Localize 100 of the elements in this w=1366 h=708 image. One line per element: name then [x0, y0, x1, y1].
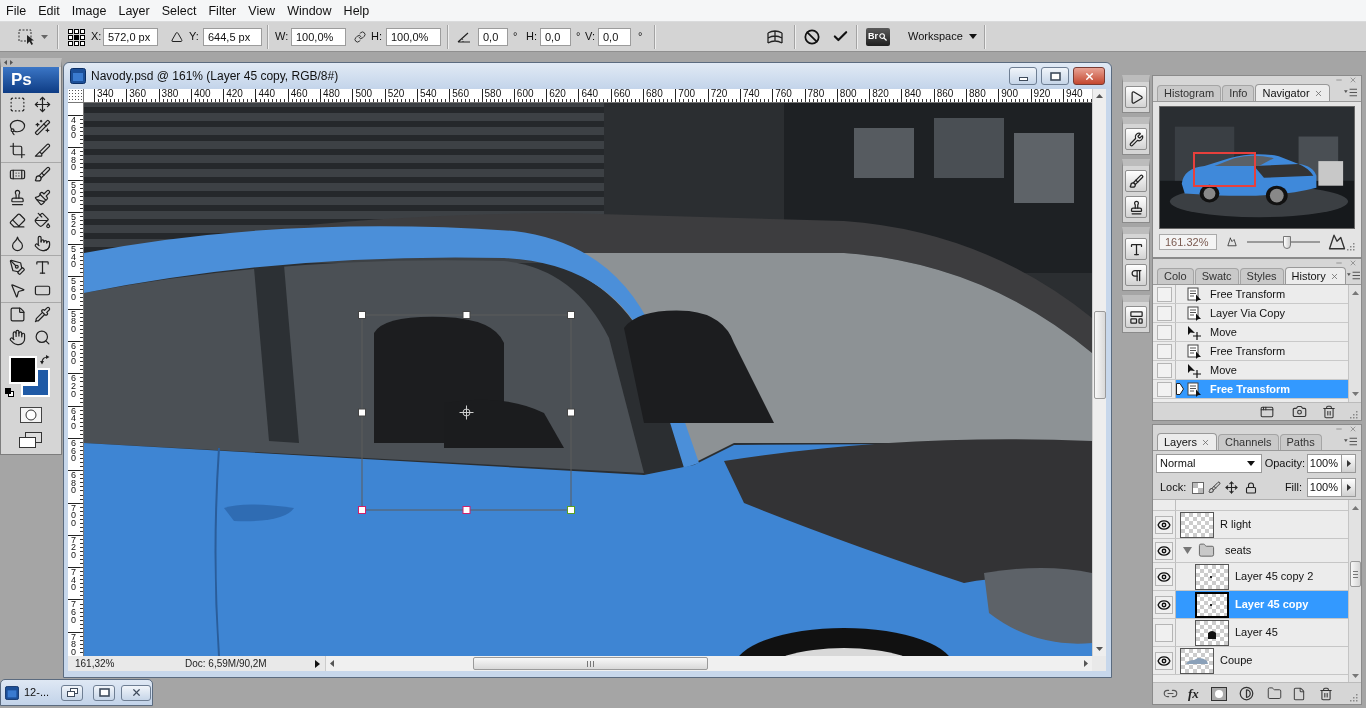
crop-icon[interactable] [8, 142, 26, 159]
scrollbar-thumb[interactable] [1093, 311, 1106, 399]
restore-button[interactable] [61, 684, 83, 701]
transform-handle[interactable] [462, 506, 471, 514]
panel-tab[interactable]: History [1284, 267, 1346, 284]
menu-item[interactable]: Help [337, 1, 376, 20]
small-mountain-icon[interactable] [1227, 237, 1237, 247]
layer-row[interactable]: Layer 45 copy 2 [1176, 563, 1348, 590]
slider-thumb[interactable] [1283, 235, 1292, 249]
eyedropper-icon[interactable] [34, 306, 51, 323]
history-state[interactable]: Move [1176, 323, 1348, 341]
text-field[interactable]: 0,0 [540, 27, 571, 46]
paintbrush-icon[interactable] [34, 189, 51, 206]
reference-point-icon[interactable] [459, 405, 474, 420]
stamp-icon[interactable] [8, 189, 26, 206]
trash-icon[interactable] [1318, 686, 1333, 701]
transform-handle[interactable] [567, 408, 575, 417]
panel-tab[interactable]: Layers [1157, 433, 1218, 450]
vertical-scrollbar[interactable] [1092, 89, 1106, 656]
text-field[interactable]: 572,0 px [103, 27, 158, 46]
scroll-down-arrow-icon[interactable] [1096, 647, 1103, 651]
background-swatch-icon[interactable] [21, 368, 50, 397]
visibility-toggle[interactable] [1155, 515, 1173, 534]
mask-icon[interactable] [1210, 686, 1227, 701]
lasso-icon[interactable] [8, 119, 26, 136]
panel-menu-icon[interactable] [1346, 271, 1360, 280]
scroll-right-arrow-icon[interactable] [1084, 660, 1088, 667]
panel-button[interactable] [1125, 264, 1147, 286]
panel-tab[interactable]: Styles [1239, 268, 1284, 284]
fill-field[interactable]: 100% [1307, 478, 1342, 497]
ruler-origin-box[interactable] [68, 89, 84, 103]
menu-item[interactable]: Image [65, 1, 113, 20]
scroll-up-arrow-icon[interactable] [1351, 506, 1359, 510]
workspace-button[interactable]: Workspace [903, 26, 982, 47]
transform-handle[interactable] [358, 311, 366, 319]
expand-triangle-icon[interactable] [1183, 547, 1192, 554]
visibility-toggle[interactable] [1155, 567, 1173, 586]
bridge-button[interactable]: Br [866, 27, 890, 46]
lock-icon[interactable] [1245, 481, 1258, 494]
history-state[interactable]: Free Transform [1176, 342, 1348, 360]
scrollbar-thumb[interactable] [1349, 561, 1361, 587]
window-icon[interactable] [1260, 404, 1274, 419]
visibility-toggle[interactable] [1155, 595, 1173, 614]
brush-icon[interactable] [1208, 481, 1222, 494]
panel-button[interactable] [1125, 170, 1147, 192]
maximize-button[interactable] [1041, 67, 1069, 85]
panel-tab[interactable]: Colo [1157, 268, 1194, 284]
menu-item[interactable]: Window [281, 1, 338, 20]
pen-icon[interactable] [8, 259, 26, 276]
foreground-swatch-icon[interactable] [9, 356, 37, 384]
scroll-up-arrow-icon[interactable] [1351, 291, 1359, 295]
menu-item[interactable]: File [0, 1, 33, 20]
warp-mesh-icon[interactable] [766, 28, 784, 45]
history-state[interactable]: Free Transform [1176, 285, 1348, 303]
note-icon[interactable] [8, 306, 26, 323]
reference-point-icon[interactable] [67, 27, 85, 46]
panel-tab[interactable]: Navigator [1255, 84, 1330, 101]
horizontal-scrollbar[interactable] [325, 656, 1092, 671]
panel-tab[interactable]: Info [1222, 85, 1255, 101]
collapse-arrows-icon[interactable] [4, 60, 13, 65]
eraser-icon[interactable] [8, 212, 26, 229]
brush-icon[interactable] [34, 166, 51, 183]
menu-item[interactable]: Select [155, 1, 203, 20]
panel-tab[interactable]: Paths [1279, 434, 1322, 450]
maximize-button[interactable] [93, 684, 115, 701]
scroll-left-arrow-icon[interactable] [330, 660, 334, 667]
text-field[interactable]: 644,5 px [203, 27, 262, 46]
text-field[interactable]: 100,0% [291, 27, 346, 46]
transform-handle[interactable] [567, 506, 575, 514]
panel-button[interactable] [1125, 86, 1147, 108]
swap-arrows-icon[interactable] [40, 355, 50, 365]
text-field[interactable]: 0,0 [598, 27, 631, 46]
close-button[interactable] [1073, 67, 1105, 85]
large-mountain-icon[interactable] [1328, 233, 1346, 251]
resize-grip-icon[interactable] [1350, 410, 1358, 419]
resize-grip-icon[interactable] [1350, 693, 1358, 702]
panel-button[interactable] [1125, 238, 1147, 260]
move-icon[interactable] [1225, 481, 1239, 494]
arrow-pointer-icon[interactable] [8, 282, 26, 299]
page-icon[interactable] [1291, 686, 1306, 701]
scroll-up-arrow-icon[interactable] [1096, 94, 1103, 98]
half-circle-icon[interactable] [1238, 686, 1254, 701]
text-field[interactable]: 100,0% [386, 27, 441, 46]
trash-icon[interactable] [1322, 404, 1336, 419]
transform-handle[interactable] [462, 311, 471, 319]
panel-menu-icon[interactable] [1344, 88, 1357, 97]
triangle-right-icon[interactable] [315, 659, 320, 668]
view-area-box[interactable] [1193, 152, 1256, 187]
menu-item[interactable]: Edit [32, 1, 66, 20]
angle-icon[interactable] [457, 30, 471, 43]
magic-wand-icon[interactable] [34, 119, 51, 136]
cancel-icon[interactable] [804, 28, 820, 45]
panel-menu-icon[interactable] [1344, 437, 1357, 446]
transform-handle[interactable] [567, 311, 575, 319]
panel-button[interactable] [1125, 196, 1147, 218]
zoom-level-text[interactable]: 161,32% [68, 656, 163, 671]
panel-button[interactable] [1125, 306, 1147, 328]
history-state[interactable]: Move [1176, 361, 1348, 379]
camera-icon[interactable] [1292, 404, 1307, 419]
paint-bucket-icon[interactable] [34, 212, 51, 229]
